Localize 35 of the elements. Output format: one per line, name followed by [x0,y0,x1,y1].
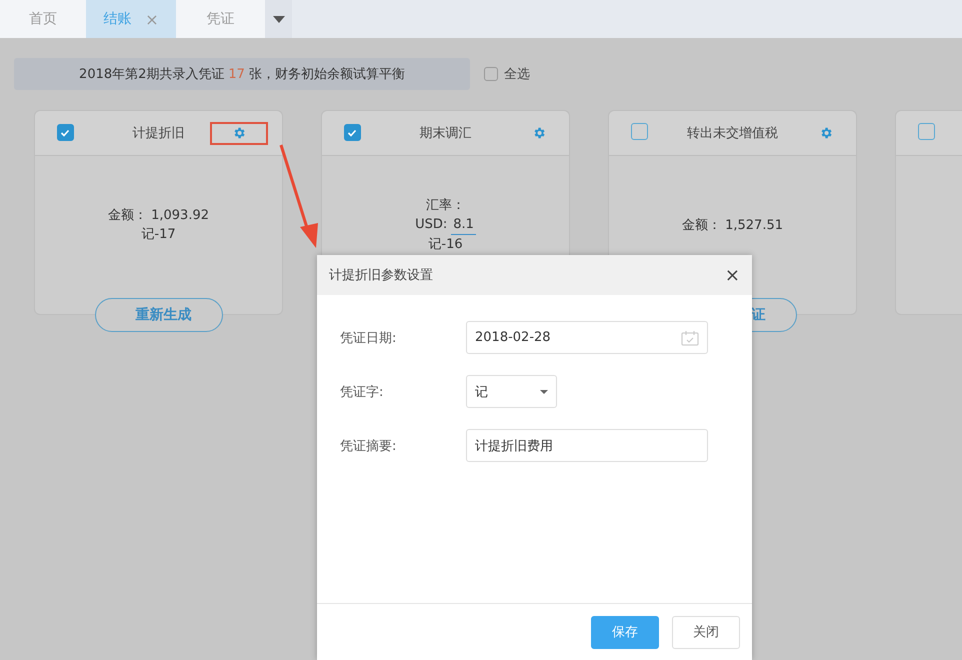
field-label: 凭证字: [340,384,384,400]
card-title: 期末调汇 [418,125,472,142]
currency-label: USD: [415,216,448,234]
card-title: 转出未交增值税 [686,125,779,142]
card-checkbox[interactable] [918,122,934,140]
settings-icon[interactable] [819,126,833,140]
card-text: 记-16 [428,236,463,254]
dialog-title: 计提折旧参数设置 [329,267,433,284]
select-all-checkbox[interactable] [484,67,498,81]
summary-field[interactable]: 计提折旧费用 [466,429,708,462]
card-text: 汇率： [426,197,465,215]
card-text: 记-17 [141,226,176,244]
field-label: 凭证日期: [340,330,398,346]
banner-text: 2018年第2期共录入凭证 17 张，财务初始余额试算平衡 [79,66,405,83]
card-checkbox[interactable] [630,122,648,140]
caret-icon [272,16,284,22]
check-icon [347,128,357,138]
caret-icon [540,390,548,394]
settings-icon[interactable] [232,126,246,140]
dropdown-button[interactable] [265,0,292,38]
close-button[interactable]: × [724,264,740,286]
close-dialog-button[interactable]: 关闭 [672,616,740,648]
calendar-icon[interactable] [681,330,699,346]
rate-field[interactable]: 8.1 [451,215,476,235]
field-label: 凭证摘要: [340,438,398,454]
date-field[interactable]: 2018-02-28 [466,321,708,354]
check-icon [60,128,70,138]
voucher-type-select[interactable]: 记 [466,375,557,408]
card-text: 金额： 1,527.51 [682,216,784,234]
card-checkbox[interactable] [56,124,74,142]
settings-icon[interactable] [532,126,546,140]
select-all-label: 全选 [504,66,530,83]
card-checkbox[interactable] [344,124,360,142]
card-text: 金额： 1,093.92 [108,207,210,225]
card-title: 计提折旧 [132,125,186,142]
